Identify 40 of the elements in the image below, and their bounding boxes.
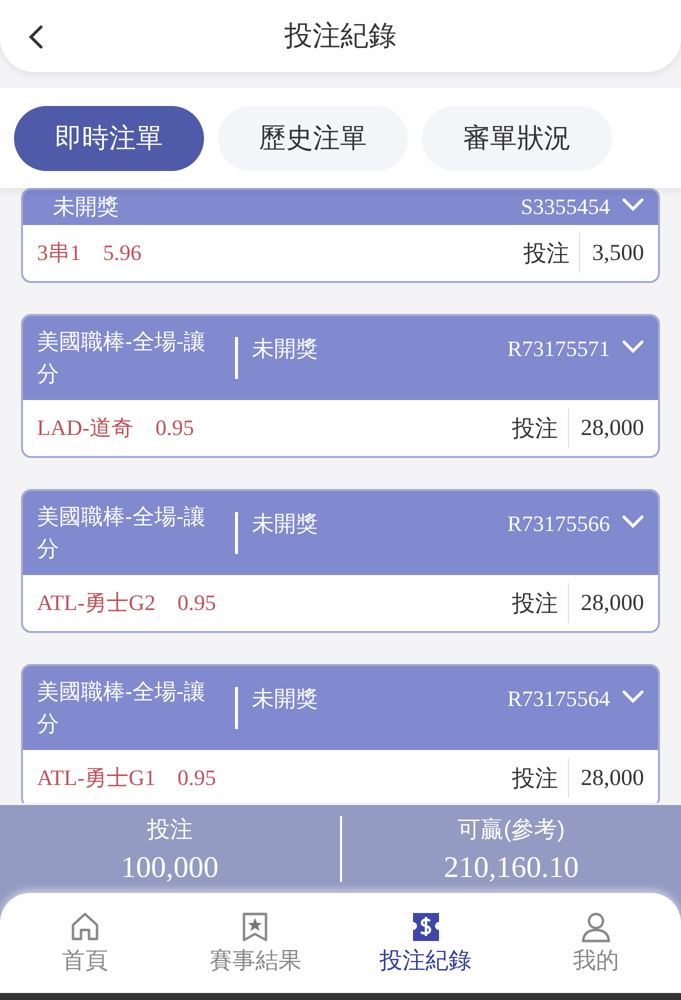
bet-status: 未開獎 bbox=[252, 510, 319, 538]
nav-item[interactable]: 首頁 bbox=[0, 910, 170, 976]
bet-status: 未開獎 bbox=[252, 335, 319, 363]
person-icon bbox=[580, 910, 612, 942]
stake-amount: 28,000 bbox=[580, 590, 644, 616]
order-id: R73175566 bbox=[507, 511, 610, 537]
nav-item[interactable]: 賽事結果 bbox=[170, 910, 340, 976]
bet-selection: ATL-勇士G2 0.95 bbox=[37, 589, 218, 617]
stake-label: 投注 bbox=[512, 408, 569, 448]
league-name: 美國職棒-全場-讓分 bbox=[37, 503, 207, 563]
league-name: 美國職棒-全場-讓分 bbox=[37, 328, 207, 388]
nav-item[interactable]: 我的 bbox=[510, 910, 681, 976]
order-id: R73175564 bbox=[507, 686, 610, 712]
summary-label: 投注 bbox=[146, 814, 193, 844]
stake-amount: 28,000 bbox=[580, 765, 644, 791]
stake-label: 投注 bbox=[512, 583, 569, 623]
tab[interactable]: 審單狀況 bbox=[422, 106, 612, 170]
tab[interactable]: 歷史注單 bbox=[218, 106, 408, 170]
stake-label: 投注 bbox=[512, 758, 569, 798]
league-name: 美國職棒-全場-讓分 bbox=[37, 678, 207, 738]
summary-label: 可贏(參考) bbox=[458, 814, 565, 844]
summary-value: 210,160.10 bbox=[444, 850, 579, 884]
bet-selection: LAD-道奇 0.95 bbox=[37, 414, 196, 442]
summary-value: 100,000 bbox=[121, 850, 218, 884]
order-id: R73175571 bbox=[507, 336, 610, 362]
chevron-down-icon[interactable] bbox=[622, 198, 644, 212]
bet-status: 未開獎 bbox=[252, 685, 319, 713]
page-title: 投注紀錄 bbox=[284, 19, 396, 53]
nav-item[interactable]: 投注紀錄 bbox=[340, 910, 511, 976]
stake-label: 投注 bbox=[523, 233, 580, 273]
bet-selection: 3串1 5.96 bbox=[37, 239, 142, 267]
stake-amount: 3,500 bbox=[591, 240, 644, 266]
order-id: S3355454 bbox=[520, 194, 610, 220]
tab[interactable]: 即時注單 bbox=[14, 106, 204, 170]
stake-amount: 28,000 bbox=[580, 415, 644, 441]
bet-selection: ATL-勇士G1 0.95 bbox=[37, 764, 218, 792]
chevron-down-icon[interactable] bbox=[622, 690, 644, 704]
bet-status: 未開獎 bbox=[52, 193, 120, 221]
chevron-down-icon[interactable] bbox=[622, 340, 644, 354]
chevron-down-icon[interactable] bbox=[622, 515, 644, 529]
